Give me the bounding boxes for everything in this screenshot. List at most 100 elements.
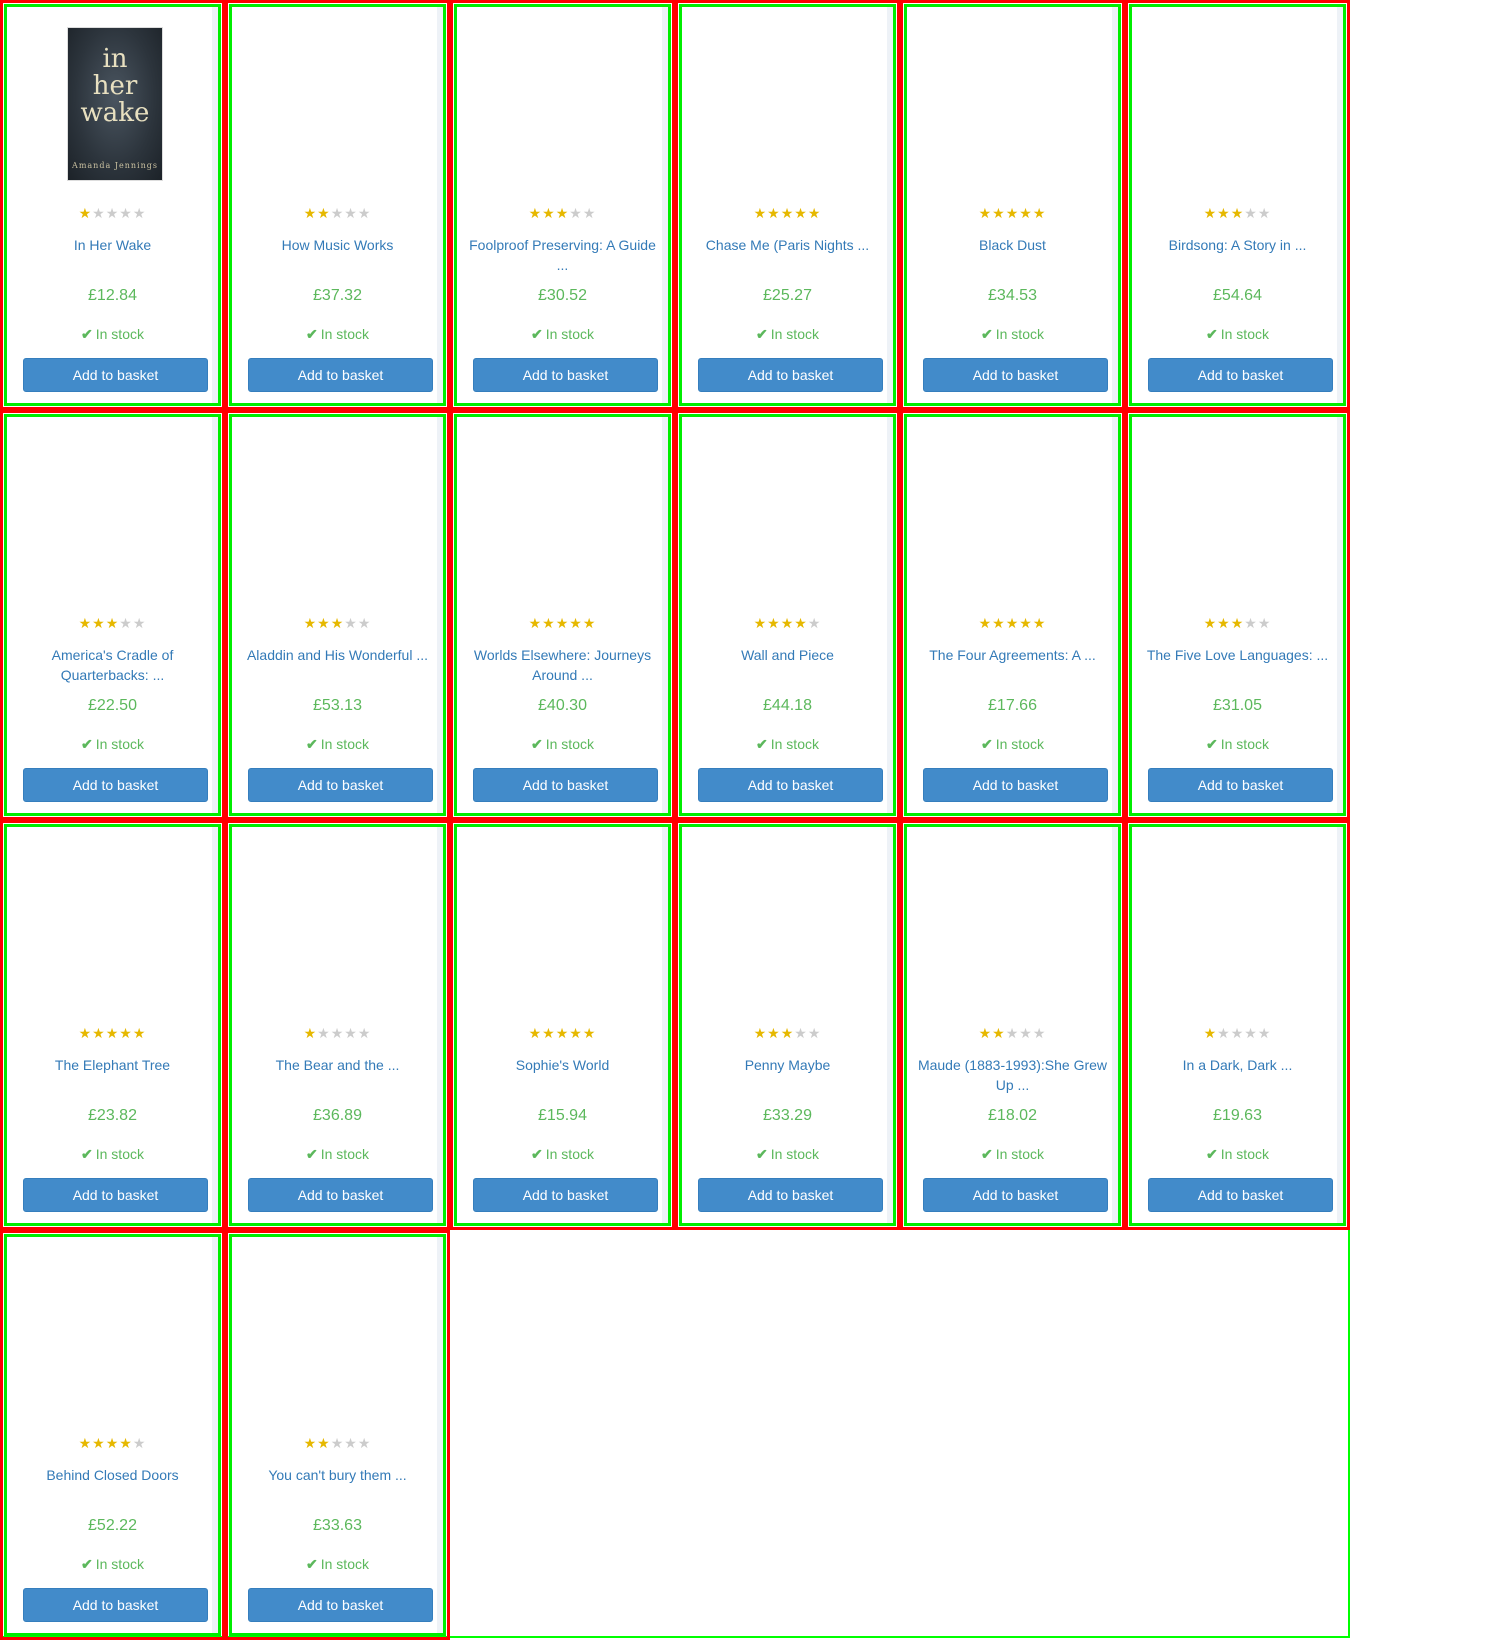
add-to-basket-button[interactable]: Add to basket [23, 768, 208, 802]
book-title-link[interactable]: Foolproof Preserving: A Guide ... [465, 235, 660, 275]
price: £18.02 [988, 1107, 1037, 1124]
book-thumbnail[interactable]: in her wake Amanda Jennings [67, 27, 163, 181]
book-title-link[interactable]: Aladdin and His Wonderful ... [240, 645, 435, 665]
star-icon: ★ [794, 615, 808, 631]
star-icon: ★ [992, 1025, 1006, 1041]
star-icon: ★ [555, 1025, 570, 1041]
availability: ✔ In stock [1132, 326, 1343, 343]
add-to-basket-button[interactable]: Add to basket [473, 358, 658, 392]
book-thumbnail[interactable] [517, 27, 613, 181]
star-icon: ★ [1244, 615, 1258, 631]
add-to-basket-button[interactable]: Add to basket [698, 358, 883, 392]
book-title-link[interactable]: Birdsong: A Story in ... [1140, 235, 1335, 255]
book-thumbnail[interactable] [292, 847, 388, 1001]
star-icon: ★ [1230, 615, 1245, 631]
book-thumbnail[interactable] [292, 1257, 388, 1411]
add-to-basket-button[interactable]: Add to basket [23, 358, 208, 392]
book-title-link[interactable]: Worlds Elsewhere: Journeys Around ... [465, 645, 660, 685]
cover-title: in her wake [68, 46, 162, 127]
add-to-basket-button[interactable]: Add to basket [1148, 768, 1333, 802]
star-rating: ★★★★★ [457, 1026, 668, 1040]
star-icon: ★ [303, 205, 318, 221]
add-to-basket-button[interactable]: Add to basket [923, 358, 1108, 392]
add-to-basket-button[interactable]: Add to basket [698, 768, 883, 802]
book-title-link[interactable]: Maude (1883-1993):She Grew Up ... [915, 1055, 1110, 1095]
price: £33.29 [763, 1107, 812, 1124]
check-icon: ✔ [1206, 1146, 1218, 1162]
book-title-link[interactable]: Wall and Piece [690, 645, 885, 665]
book-thumbnail[interactable] [967, 27, 1063, 181]
book-title-link[interactable]: Sophie's World [465, 1055, 660, 1075]
book-thumbnail[interactable] [1192, 847, 1288, 1001]
add-to-basket-button[interactable]: Add to basket [698, 1178, 883, 1212]
book-title-link[interactable]: How Music Works [240, 235, 435, 255]
stock-label: In stock [320, 1556, 369, 1572]
book-thumbnail[interactable] [517, 437, 613, 591]
book-title-link[interactable]: The Five Love Languages: ... [1140, 645, 1335, 665]
check-icon: ✔ [81, 1146, 93, 1162]
book-thumbnail[interactable] [1192, 437, 1288, 591]
book-thumbnail[interactable] [742, 437, 838, 591]
book-thumbnail[interactable] [742, 847, 838, 1001]
add-to-basket-button[interactable]: Add to basket [473, 1178, 658, 1212]
book-thumbnail[interactable] [67, 1257, 163, 1411]
book-title-link[interactable]: The Elephant Tree [15, 1055, 210, 1075]
star-icon: ★ [303, 1435, 318, 1451]
price: £23.82 [88, 1107, 137, 1124]
book-thumbnail[interactable] [742, 27, 838, 181]
availability: ✔ In stock [7, 1146, 218, 1163]
book-title-link[interactable]: The Four Agreements: A ... [915, 645, 1110, 665]
book-thumbnail[interactable] [517, 847, 613, 1001]
star-icon: ★ [555, 615, 570, 631]
add-to-basket-button[interactable]: Add to basket [23, 1588, 208, 1622]
book-cover-image[interactable]: in her wake Amanda Jennings [67, 27, 163, 181]
star-icon: ★ [92, 205, 106, 221]
check-icon: ✔ [756, 736, 768, 752]
add-to-basket-button[interactable]: Add to basket [248, 358, 433, 392]
product-card: ★★★★★ The Four Agreements: A ... £17.66 … [904, 414, 1121, 816]
add-to-basket-button[interactable]: Add to basket [248, 768, 433, 802]
stock-label: In stock [770, 326, 819, 342]
star-icon: ★ [767, 205, 781, 221]
add-to-basket-button[interactable]: Add to basket [248, 1588, 433, 1622]
book-thumbnail[interactable] [967, 847, 1063, 1001]
add-to-basket-button[interactable]: Add to basket [923, 1178, 1108, 1212]
book-title-link[interactable]: America's Cradle of Quarterbacks: ... [15, 645, 210, 685]
check-icon: ✔ [306, 1146, 318, 1162]
book-thumbnail[interactable] [67, 437, 163, 591]
book-title-link[interactable]: Penny Maybe [690, 1055, 885, 1075]
star-rating: ★★★★★ [1132, 206, 1343, 220]
book-title-link[interactable]: Behind Closed Doors [15, 1465, 210, 1485]
star-icon: ★ [330, 1435, 345, 1451]
book-title-link[interactable]: The Bear and the ... [240, 1055, 435, 1075]
availability: ✔ In stock [7, 1556, 218, 1573]
book-title-link[interactable]: In Her Wake [15, 235, 210, 255]
add-to-basket-button[interactable]: Add to basket [923, 768, 1108, 802]
check-icon: ✔ [306, 326, 318, 342]
add-to-basket-button[interactable]: Add to basket [473, 768, 658, 802]
book-title-link[interactable]: Chase Me (Paris Nights ... [690, 235, 885, 255]
check-icon: ✔ [1206, 326, 1218, 342]
book-thumbnail[interactable] [292, 27, 388, 181]
add-to-basket-button[interactable]: Add to basket [1148, 1178, 1333, 1212]
book-thumbnail[interactable] [67, 847, 163, 1001]
book-thumbnail[interactable] [967, 437, 1063, 591]
add-to-basket-button[interactable]: Add to basket [23, 1178, 208, 1212]
book-title-link[interactable]: Black Dust [915, 235, 1110, 255]
book-title-link[interactable]: In a Dark, Dark ... [1140, 1055, 1335, 1075]
availability: ✔ In stock [682, 326, 893, 343]
product-cell: ★★★★★ The Five Love Languages: ... £31.0… [1125, 410, 1350, 820]
star-icon: ★ [1203, 615, 1218, 631]
star-icon: ★ [1203, 205, 1218, 221]
availability: ✔ In stock [907, 736, 1118, 753]
add-to-basket-button[interactable]: Add to basket [248, 1178, 433, 1212]
star-icon: ★ [978, 1025, 993, 1041]
star-icon: ★ [1019, 205, 1033, 221]
star-icon: ★ [357, 615, 372, 631]
book-thumbnail[interactable] [292, 437, 388, 591]
book-title-link[interactable]: You can't bury them ... [240, 1465, 435, 1485]
book-thumbnail[interactable] [1192, 27, 1288, 181]
availability: ✔ In stock [457, 736, 668, 753]
star-rating: ★★★★★ [232, 616, 443, 630]
add-to-basket-button[interactable]: Add to basket [1148, 358, 1333, 392]
